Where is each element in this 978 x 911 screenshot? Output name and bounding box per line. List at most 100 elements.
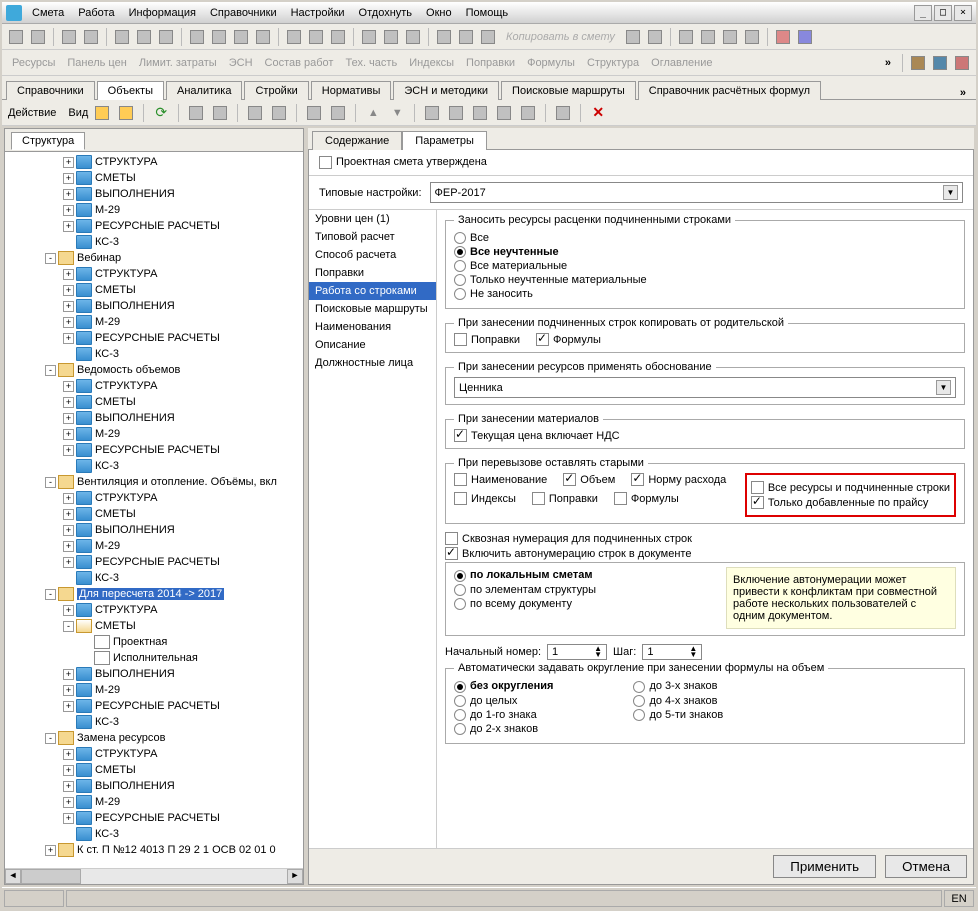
tree-item[interactable]: КС-3 bbox=[7, 234, 301, 250]
chk-all-resources[interactable]: Все ресурсы и подчиненные строки bbox=[751, 482, 950, 494]
approved-checkbox[interactable]: Проектная смета утверждена bbox=[319, 156, 487, 168]
tool-b-icon[interactable] bbox=[209, 27, 229, 47]
act-1-icon[interactable] bbox=[186, 103, 206, 123]
tool-j-icon[interactable] bbox=[403, 27, 423, 47]
tool-a-icon[interactable] bbox=[187, 27, 207, 47]
tree-item[interactable]: +СТРУКТУРА bbox=[7, 266, 301, 282]
language-indicator[interactable]: EN bbox=[944, 890, 974, 907]
chk-formuly2[interactable]: Формулы bbox=[614, 492, 679, 505]
act-11-icon[interactable] bbox=[518, 103, 538, 123]
toolbtn-Состав работ[interactable]: Состав работ bbox=[259, 57, 340, 69]
tree-item[interactable]: +СМЕТЫ bbox=[7, 170, 301, 186]
tree-item[interactable]: КС-3 bbox=[7, 570, 301, 586]
maximize-button[interactable]: □ bbox=[934, 5, 952, 21]
radio-round-r1[interactable]: до 4-х знаков bbox=[633, 695, 717, 707]
toolbtn-Панель цен[interactable]: Панель цен bbox=[61, 57, 132, 69]
tool-m-icon[interactable] bbox=[720, 27, 740, 47]
tree-item[interactable]: +СТРУКТУРА bbox=[7, 154, 301, 170]
toolbar-overflow[interactable]: » bbox=[879, 57, 897, 69]
tool-l-icon[interactable] bbox=[645, 27, 665, 47]
act-12-icon[interactable] bbox=[553, 103, 573, 123]
tool-hammer-icon[interactable] bbox=[908, 53, 928, 73]
tree-item[interactable]: КС-3 bbox=[7, 714, 301, 730]
tree-item[interactable]: +СМЕТЫ bbox=[7, 282, 301, 298]
toolbtn-Индексы[interactable]: Индексы bbox=[403, 57, 460, 69]
tree-item[interactable]: +РЕСУРСНЫЕ РАСЧЕТЫ bbox=[7, 698, 301, 714]
typical-combo[interactable]: ФЕР-2017 ▼ bbox=[430, 182, 963, 203]
tab-Нормативы[interactable]: Нормативы bbox=[311, 81, 392, 100]
tool-e-icon[interactable] bbox=[284, 27, 304, 47]
act-8-icon[interactable] bbox=[446, 103, 466, 123]
apply-button[interactable]: Применить bbox=[773, 855, 876, 878]
tree-item[interactable]: КС-3 bbox=[7, 826, 301, 842]
param-category-list[interactable]: Уровни цен (1)Типовой расчетСпособ расче… bbox=[309, 210, 437, 848]
tab-Аналитика[interactable]: Аналитика bbox=[166, 81, 242, 100]
basis-combo[interactable]: Ценника▼ bbox=[454, 377, 956, 398]
tree-item[interactable]: -Вебинар bbox=[7, 250, 301, 266]
tree-item[interactable]: +ВЫПОЛНЕНИЯ bbox=[7, 298, 301, 314]
tool-d-icon[interactable] bbox=[253, 27, 273, 47]
radio-g1-3[interactable]: Только неучтенные материальные bbox=[454, 274, 647, 286]
tree-item[interactable]: +М-29 bbox=[7, 202, 301, 218]
tool-truck2-icon[interactable] bbox=[952, 53, 972, 73]
menu-Настройки[interactable]: Настройки bbox=[285, 5, 351, 21]
tree-item[interactable]: +РЕСУРСНЫЕ РАСЧЕТЫ bbox=[7, 218, 301, 234]
tool-undo-icon[interactable] bbox=[134, 27, 154, 47]
tree-item[interactable]: +ВЫПОЛНЕНИЯ bbox=[7, 186, 301, 202]
tree-item[interactable]: -Для пересчета 2014 -> 2017 bbox=[7, 586, 301, 602]
tree-item[interactable]: -Вентиляция и отопление. Объёмы, вкл bbox=[7, 474, 301, 490]
structure-tab[interactable]: Структура bbox=[11, 132, 85, 150]
tree-item[interactable]: +М-29 bbox=[7, 314, 301, 330]
close-button[interactable]: × bbox=[954, 5, 972, 21]
radio-g1-4[interactable]: Не заносить bbox=[454, 288, 533, 300]
chk-norm[interactable]: Норму расхода bbox=[631, 473, 726, 486]
folder-open-icon[interactable] bbox=[116, 103, 136, 123]
radio-round-l2[interactable]: до 1-го знака bbox=[454, 709, 537, 721]
tool-h-icon[interactable] bbox=[359, 27, 379, 47]
tool-n-icon[interactable] bbox=[742, 27, 762, 47]
tree-item[interactable]: +СТРУКТУРА bbox=[7, 746, 301, 762]
minimize-button[interactable]: _ bbox=[914, 5, 932, 21]
tree-item[interactable]: +М-29 bbox=[7, 426, 301, 442]
radio-round-l1[interactable]: до целых bbox=[454, 695, 517, 707]
tool-save-icon[interactable] bbox=[112, 27, 132, 47]
tool-truck1-icon[interactable] bbox=[930, 53, 950, 73]
menu-Информация[interactable]: Информация bbox=[123, 5, 202, 21]
param-cat[interactable]: Уровни цен (1) bbox=[309, 210, 436, 228]
chk-through-numbering[interactable]: Сквозная нумерация для подчиненных строк bbox=[445, 533, 692, 545]
toolbtn-Поправки[interactable]: Поправки bbox=[460, 57, 521, 69]
tool-book2-icon[interactable] bbox=[795, 27, 815, 47]
radio-round-r2[interactable]: до 5-ти знаков bbox=[633, 709, 723, 721]
tab-ЭСН и методики[interactable]: ЭСН и методики bbox=[393, 81, 499, 100]
toolbtn-Тех. часть[interactable]: Тех. часть bbox=[339, 57, 403, 69]
act-3-icon[interactable] bbox=[245, 103, 265, 123]
chk-nds[interactable]: Текущая цена включает НДС bbox=[454, 430, 620, 442]
tree-item[interactable]: +ВЫПОЛНЕНИЯ bbox=[7, 666, 301, 682]
tree-item[interactable]: +РЕСУРСНЫЕ РАСЧЕТЫ bbox=[7, 442, 301, 458]
param-cat[interactable]: Типовой расчет bbox=[309, 228, 436, 246]
tool-g-icon[interactable] bbox=[328, 27, 348, 47]
tree-item[interactable]: +ВЫПОЛНЕНИЯ bbox=[7, 778, 301, 794]
tree-item[interactable]: +М-29 bbox=[7, 538, 301, 554]
chk-volume[interactable]: Объем bbox=[563, 473, 615, 486]
param-cat[interactable]: Поправки bbox=[309, 264, 436, 282]
copy-to-estimate-label[interactable]: Копировать в смету bbox=[500, 31, 621, 43]
tool-paste-icon[interactable] bbox=[478, 27, 498, 47]
param-cat[interactable]: Наименования bbox=[309, 318, 436, 336]
tool-cut-icon[interactable] bbox=[434, 27, 454, 47]
radio-autonum-2[interactable]: по всему документу bbox=[454, 598, 572, 610]
menu-Работа[interactable]: Работа bbox=[72, 5, 120, 21]
tree-item[interactable]: +СТРУКТУРА bbox=[7, 602, 301, 618]
toolbtn-Лимит. затраты[interactable]: Лимит. затраты bbox=[133, 57, 223, 69]
tool-c-icon[interactable] bbox=[231, 27, 251, 47]
tree-item[interactable]: +ВЫПОЛНЕНИЯ bbox=[7, 522, 301, 538]
tab-Поисковые маршруты[interactable]: Поисковые маршруты bbox=[501, 81, 636, 100]
tree-item[interactable]: +СМЕТЫ bbox=[7, 394, 301, 410]
tree-view[interactable]: +СТРУКТУРА+СМЕТЫ+ВЫПОЛНЕНИЯ+М-29+РЕСУРСН… bbox=[5, 152, 303, 868]
param-cat[interactable]: Способ расчета bbox=[309, 246, 436, 264]
chk-formuly[interactable]: Формулы bbox=[536, 333, 601, 346]
tab-Объекты[interactable]: Объекты bbox=[97, 81, 164, 100]
tree-item[interactable]: +РЕСУРСНЫЕ РАСЧЕТЫ bbox=[7, 330, 301, 346]
tree-item[interactable]: +СМЕТЫ bbox=[7, 506, 301, 522]
tree-item[interactable]: +РЕСУРСНЫЕ РАСЧЕТЫ bbox=[7, 810, 301, 826]
